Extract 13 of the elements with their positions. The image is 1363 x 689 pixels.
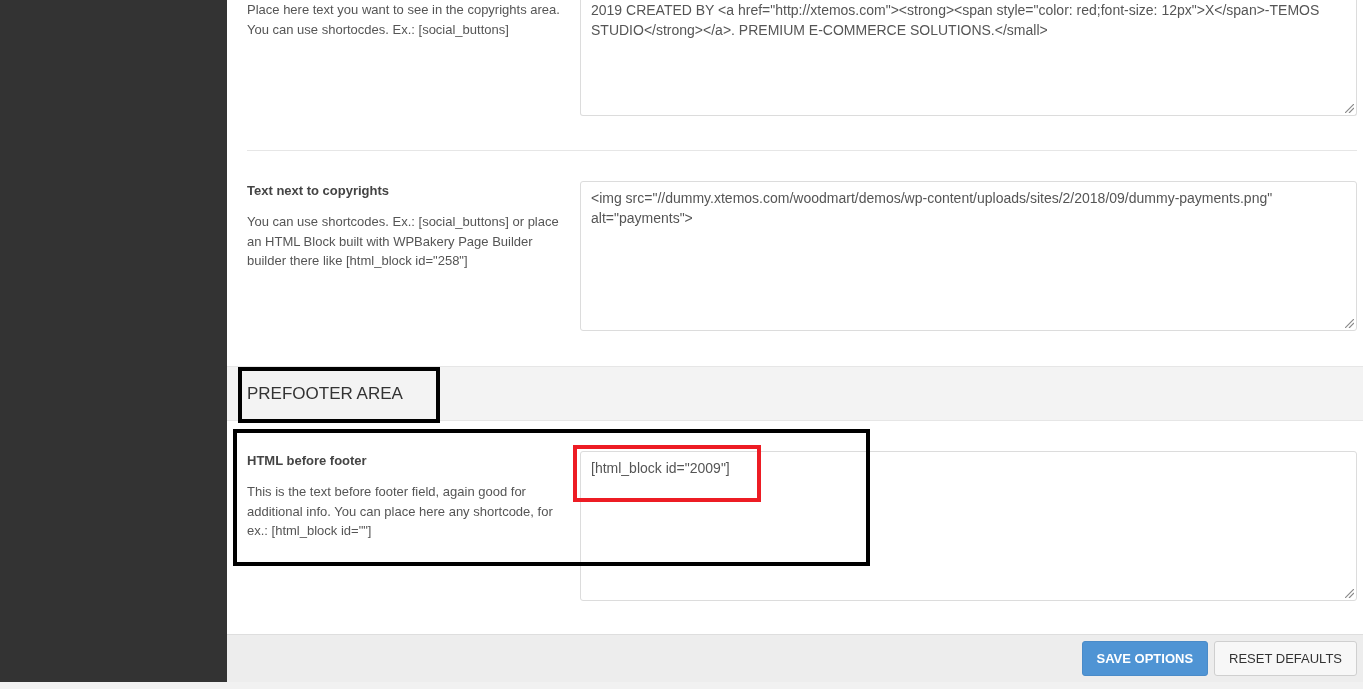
- option-description: Place here text you want to see in the copyrights area. You can use shortocdes. Ex.: [social_buttons]: [247, 1, 560, 39]
- textarea-field[interactable]: 2019 CREATED BY <a href="http://xtemos.com"><strong><span style="color: red;font-size: 12px">X</span>-TEMOS STUDIO</strong></a>. PREMIUM E-COMMERCE SOLUTIONS.</small>: [580, 0, 1357, 116]
- textarea-field[interactable]: [html_block id="2009"]: [580, 451, 1357, 601]
- option-title: HTML before footer: [247, 452, 368, 470]
- reset-button[interactable]: RESET DEFAULTS: [1214, 641, 1357, 676]
- option-description: This is the text before footer field, again good for additional info. You can place here any shortcode, for ex.: [html_block id=""]: [247, 483, 554, 540]
- resize-grip-icon[interactable]: [1345, 319, 1354, 328]
- textarea-field[interactable]: <img src="//dummy.xtemos.com/woodmart/demos/wp-content/uploads/sites/2/2018/09/dummy-payments.png" alt="payments">: [580, 181, 1357, 331]
- option-description: You can use shortcodes. Ex.: [social_buttons] or place an HTML Block built with WPBakery Page Builder builder there like [html_block id="258"]: [247, 213, 560, 270]
- section-title: PREFOOTER AREA: [247, 382, 403, 405]
- resize-grip-icon[interactable]: [1345, 104, 1354, 113]
- option-title: Text next to copyrights: [247, 182, 391, 200]
- resize-grip-icon[interactable]: [1345, 589, 1354, 598]
